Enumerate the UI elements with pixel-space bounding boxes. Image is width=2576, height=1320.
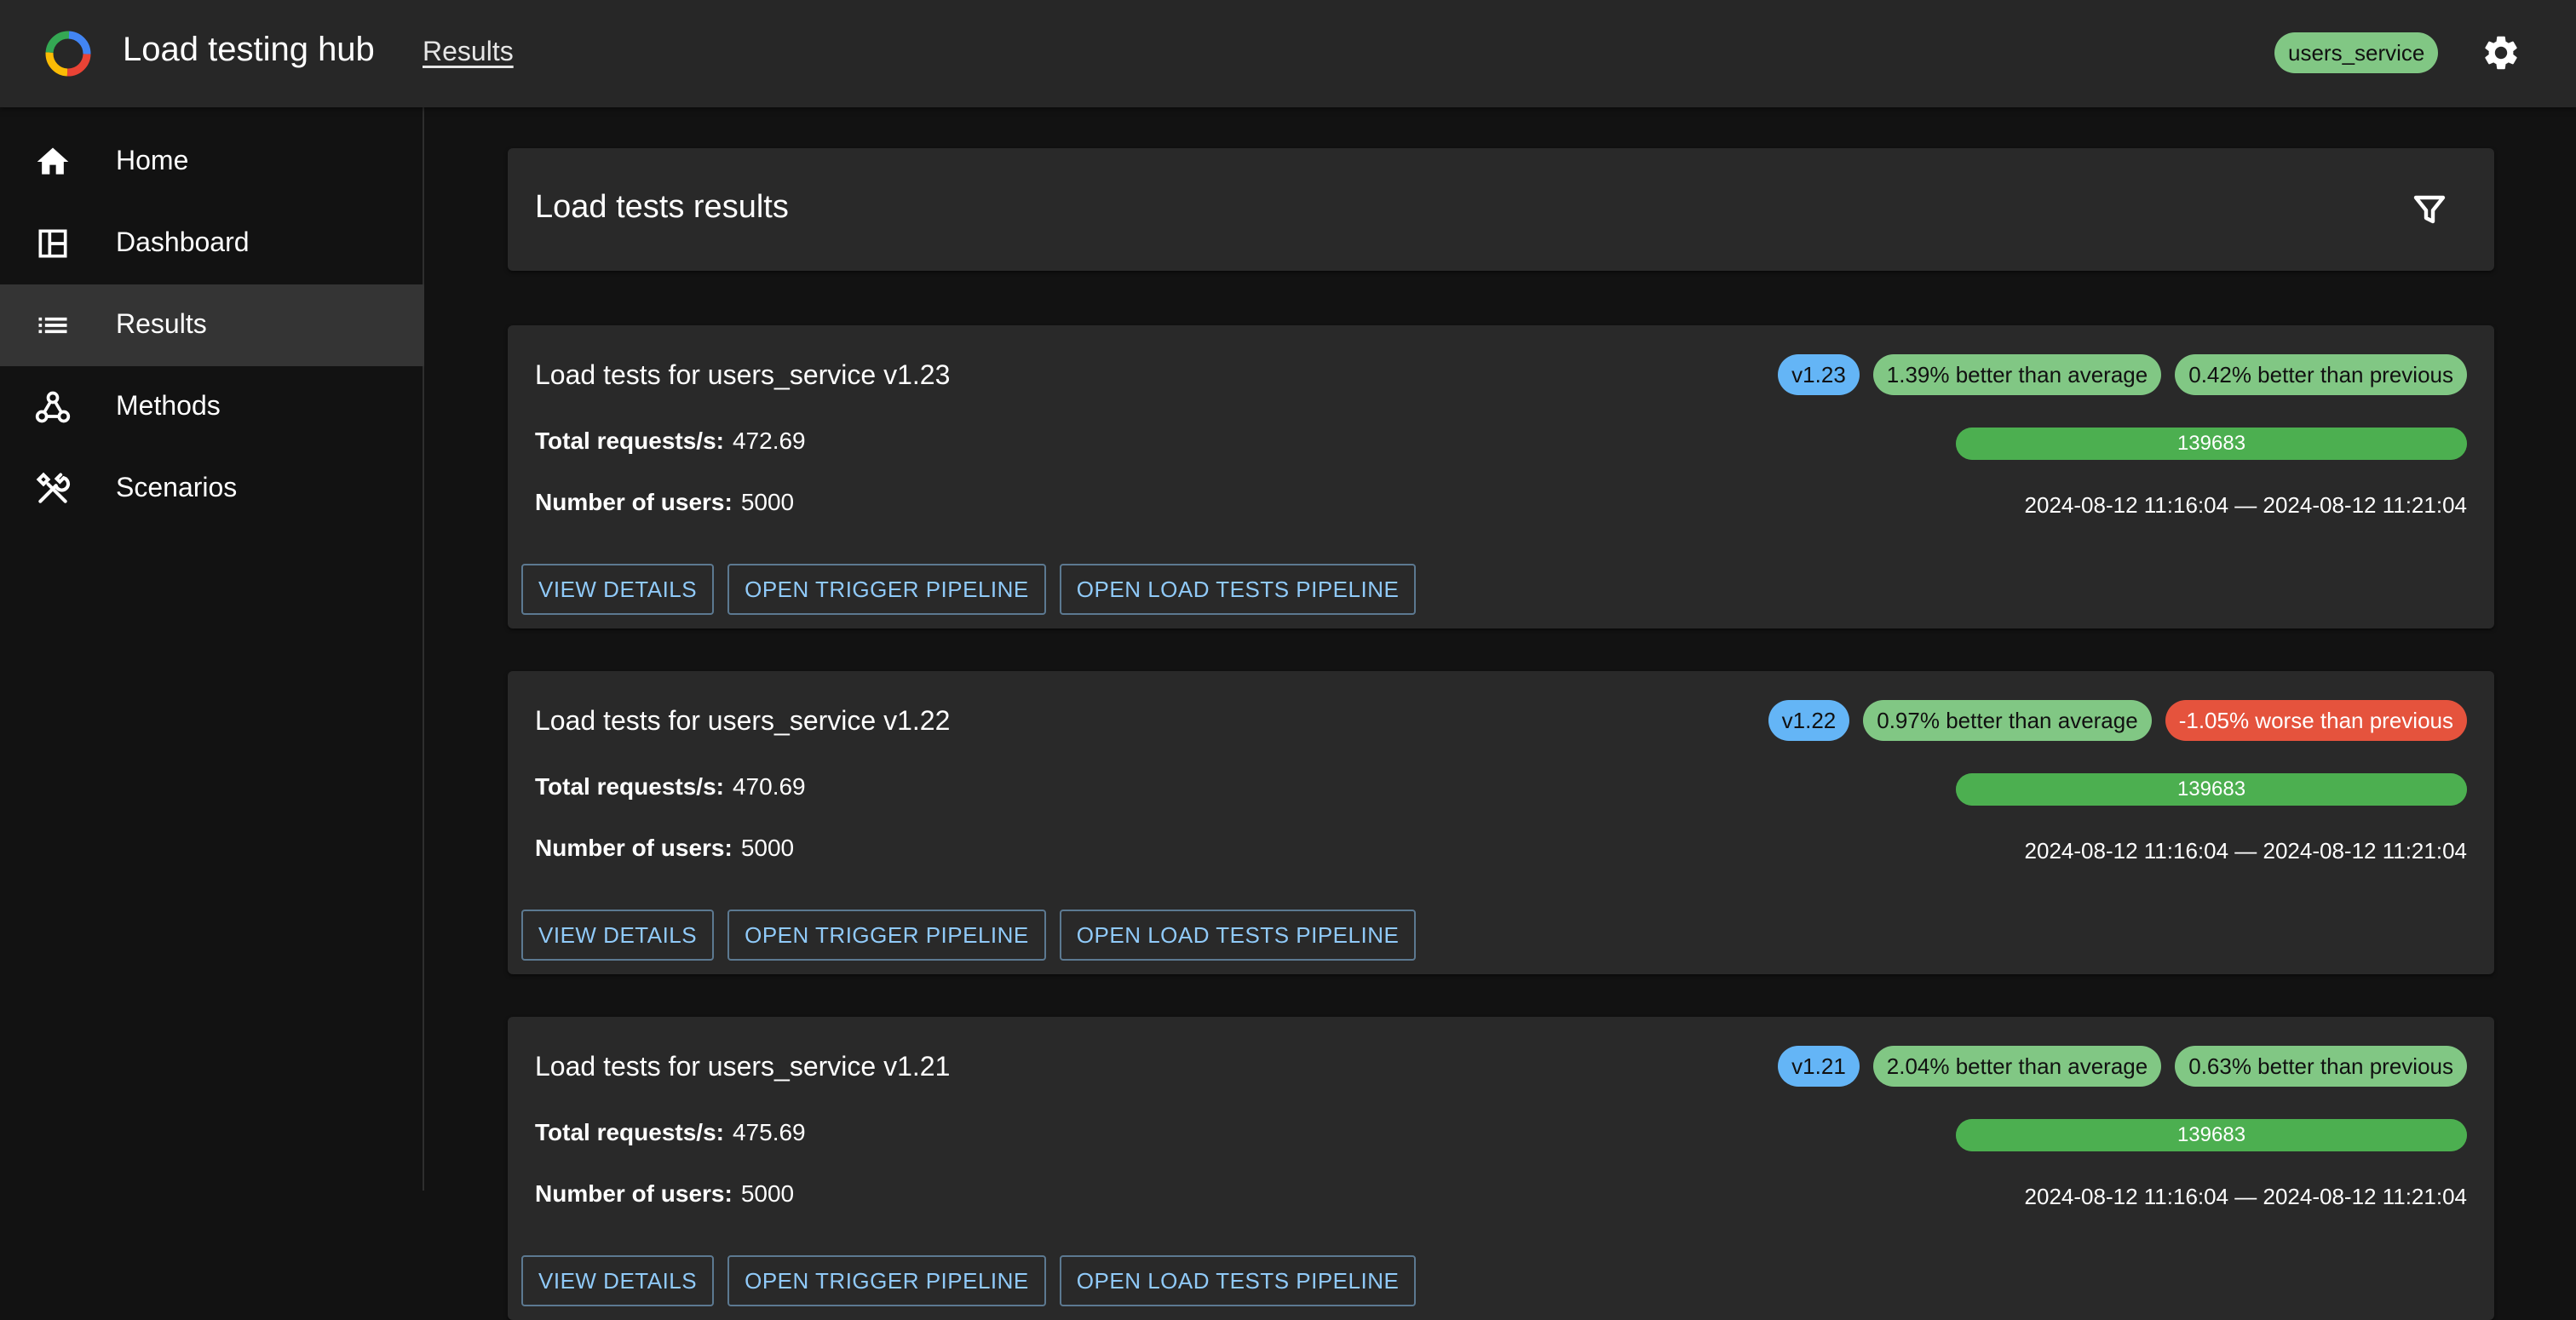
card-title: Load tests for users_service v1.21 [535, 1051, 951, 1082]
top-app-bar: Load testing hub Results users_service [0, 0, 2576, 107]
breadcrumb-results[interactable]: Results [423, 36, 514, 67]
result-card: Load tests for users_service v1.22 v1.22… [508, 671, 2494, 974]
service-chip: users_service [2274, 32, 2439, 73]
version-chip: v1.22 [1768, 700, 1850, 741]
requests-progress-bar: 139683 [1956, 773, 2467, 806]
tools-icon [36, 472, 70, 503]
view-details-button[interactable]: VIEW DETAILS [521, 910, 715, 961]
test-period: 2024-08-12 11:16:04 — 2024-08-12 11:21:0… [2024, 492, 2467, 518]
open-trigger-pipeline-button[interactable]: OPEN TRIGGER PIPELINE [727, 1255, 1046, 1306]
card-chips: v1.22 0.97% better than average -1.05% w… [1768, 700, 2467, 741]
card-chips: v1.21 2.04% better than average 0.63% be… [1778, 1046, 2467, 1087]
open-trigger-pipeline-button[interactable]: OPEN TRIGGER PIPELINE [727, 564, 1046, 615]
stat-label: Total requests/s: [535, 1119, 724, 1145]
view-details-button[interactable]: VIEW DETAILS [521, 1255, 715, 1306]
requests-progress-bar: 139683 [1956, 1119, 2467, 1151]
card-chips: v1.23 1.39% better than average 0.42% be… [1778, 354, 2467, 395]
stat-value: 475.69 [732, 1119, 806, 1145]
sidebar-item-scenarios[interactable]: Scenarios [0, 448, 424, 530]
stat-value: 5000 [740, 489, 795, 515]
card-actions: VIEW DETAILS OPEN TRIGGER PIPELINE OPEN … [521, 910, 1417, 961]
total-requests-stat: Total requests/s: 470.69 [535, 773, 806, 801]
sidebar-item-dashboard[interactable]: Dashboard [0, 203, 424, 284]
card-actions: VIEW DETAILS OPEN TRIGGER PIPELINE OPEN … [521, 1255, 1417, 1306]
stat-value: 472.69 [732, 428, 806, 454]
sidebar-item-label: Results [116, 308, 207, 339]
settings-gear-icon[interactable] [2481, 32, 2521, 73]
progress-label: 139683 [2176, 1123, 2246, 1146]
test-period: 2024-08-12 11:16:04 — 2024-08-12 11:21:0… [2024, 1184, 2467, 1209]
page-title: Load tests results [535, 189, 789, 225]
number-of-users-stat: Number of users: 5000 [535, 1180, 794, 1208]
average-comparison-chip: 2.04% better than average [1872, 1046, 2162, 1087]
previous-comparison-chip: -1.05% worse than previous [2165, 700, 2467, 741]
view-details-button[interactable]: VIEW DETAILS [521, 564, 715, 615]
result-card: Load tests for users_service v1.23 v1.23… [508, 325, 2494, 628]
average-comparison-chip: 0.97% better than average [1863, 700, 2152, 741]
sidebar-item-label: Dashboard [116, 227, 250, 257]
progress-label: 139683 [2176, 778, 2246, 801]
average-comparison-chip: 1.39% better than average [1872, 354, 2162, 395]
progress-label: 139683 [2176, 432, 2246, 455]
sidebar-item-results[interactable]: Results [0, 284, 424, 366]
test-period: 2024-08-12 11:16:04 — 2024-08-12 11:21:0… [2024, 838, 2467, 864]
webhook-icon [35, 391, 71, 423]
total-requests-stat: Total requests/s: 475.69 [535, 1119, 806, 1146]
card-title: Load tests for users_service v1.23 [535, 359, 951, 390]
stat-label: Number of users: [535, 489, 733, 515]
filter-icon[interactable] [2409, 189, 2450, 230]
list-icon [38, 317, 67, 334]
stat-value: 470.69 [732, 773, 806, 800]
sidebar: Home Dashboard Results Methods Scenarios [0, 107, 424, 1191]
sidebar-item-label: Scenarios [116, 472, 238, 502]
open-trigger-pipeline-button[interactable]: OPEN TRIGGER PIPELINE [727, 910, 1046, 961]
total-requests-stat: Total requests/s: 472.69 [535, 428, 806, 455]
dashboard-icon [38, 229, 67, 258]
stat-label: Total requests/s: [535, 428, 724, 454]
results-header: Load tests results [508, 148, 2494, 271]
stat-label: Number of users: [535, 835, 733, 861]
home-icon [37, 147, 69, 175]
open-load-tests-pipeline-button[interactable]: OPEN LOAD TESTS PIPELINE [1059, 910, 1417, 961]
version-chip: v1.21 [1778, 1046, 1860, 1087]
number-of-users-stat: Number of users: 5000 [535, 835, 794, 862]
card-actions: VIEW DETAILS OPEN TRIGGER PIPELINE OPEN … [521, 564, 1417, 615]
sidebar-item-home[interactable]: Home [0, 121, 424, 203]
open-load-tests-pipeline-button[interactable]: OPEN LOAD TESTS PIPELINE [1059, 564, 1417, 615]
stat-value: 5000 [740, 1180, 795, 1207]
previous-comparison-chip: 0.63% better than previous [2175, 1046, 2467, 1087]
open-load-tests-pipeline-button[interactable]: OPEN LOAD TESTS PIPELINE [1059, 1255, 1417, 1306]
app-title: Load testing hub [123, 31, 375, 68]
result-card: Load tests for users_service v1.21 v1.21… [508, 1017, 2494, 1320]
sidebar-item-methods[interactable]: Methods [0, 366, 424, 448]
number-of-users-stat: Number of users: 5000 [535, 489, 794, 516]
sidebar-item-label: Home [116, 145, 189, 175]
app-logo-icon [45, 31, 91, 77]
requests-progress-bar: 139683 [1956, 428, 2467, 460]
sidebar-item-label: Methods [116, 390, 221, 421]
stat-label: Number of users: [535, 1180, 733, 1207]
stat-label: Total requests/s: [535, 773, 724, 800]
card-title: Load tests for users_service v1.22 [535, 705, 951, 736]
version-chip: v1.23 [1778, 354, 1860, 395]
stat-value: 5000 [740, 835, 795, 861]
previous-comparison-chip: 0.42% better than previous [2175, 354, 2467, 395]
